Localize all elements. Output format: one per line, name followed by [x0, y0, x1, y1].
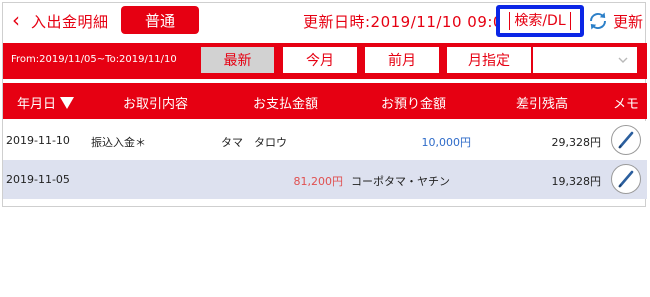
- month-specify-button[interactable]: 月指定: [447, 47, 531, 73]
- back-icon[interactable]: ‹: [6, 9, 26, 31]
- date-range: From:2019/11/05~To:2019/11/10: [11, 54, 177, 65]
- table-row: 2019-11-10 振込入金＊ タマ タロウ 10,000円 29,328円: [3, 121, 647, 160]
- refresh-icon[interactable]: [586, 9, 610, 33]
- updated-timestamp: 更新日時:2019/11/10 09:00: [303, 13, 514, 31]
- statement-panel: ‹ 入出金明細 普通 更新日時:2019/11/10 09:00 検索/DL 更…: [2, 2, 647, 207]
- search-download-label: 検索/DL: [509, 12, 571, 30]
- search-download-button[interactable]: 検索/DL: [496, 5, 584, 37]
- memo-button[interactable]: [611, 125, 641, 155]
- balance-column-header: 差引残高: [516, 97, 569, 112]
- pencil-icon: [618, 170, 634, 188]
- this-month-button[interactable]: 今月: [283, 47, 357, 73]
- page-title: 入出金明細: [31, 13, 109, 31]
- refresh-label[interactable]: 更新: [613, 11, 643, 32]
- date-column-label: 年月日: [17, 97, 57, 112]
- row-payee: タマ タロウ: [221, 136, 287, 149]
- row-date: 2019-11-05: [6, 173, 70, 186]
- pencil-icon: [618, 131, 634, 149]
- row-deposit: 10,000円: [421, 136, 472, 149]
- chevron-down-icon: [618, 57, 628, 63]
- description-column-header: お取引内容: [123, 97, 189, 112]
- payment-column-header: お支払金額: [253, 97, 319, 112]
- row-balance: 19,328円: [551, 175, 602, 188]
- row-description: 振込入金＊: [91, 136, 146, 149]
- deposit-column-header: お預り金額: [381, 97, 447, 112]
- date-column-header[interactable]: 年月日: [17, 93, 75, 112]
- month-select[interactable]: [533, 47, 637, 73]
- row-description: コーポタマ・ヤチン: [351, 175, 450, 188]
- sort-desc-icon: [60, 97, 75, 109]
- table-header: 年月日 お取引内容 お支払金額 お預り金額 差引残高 メモ: [3, 83, 647, 119]
- latest-button[interactable]: 最新: [201, 47, 274, 73]
- row-payment: 81,200円: [293, 175, 344, 188]
- row-date: 2019-11-10: [6, 134, 70, 147]
- memo-column-header: メモ: [613, 97, 640, 112]
- table-row: 2019-11-05 81,200円 コーポタマ・ヤチン 19,328円: [3, 160, 647, 199]
- account-type-button[interactable]: 普通: [121, 6, 199, 34]
- period-filter-bar: From:2019/11/05~To:2019/11/10 最新 今月 前月 月…: [3, 43, 647, 79]
- memo-button[interactable]: [611, 164, 641, 194]
- app-header: ‹ 入出金明細 普通 更新日時:2019/11/10 09:00 検索/DL 更…: [3, 3, 647, 39]
- previous-month-button[interactable]: 前月: [365, 47, 439, 73]
- row-balance: 29,328円: [551, 136, 602, 149]
